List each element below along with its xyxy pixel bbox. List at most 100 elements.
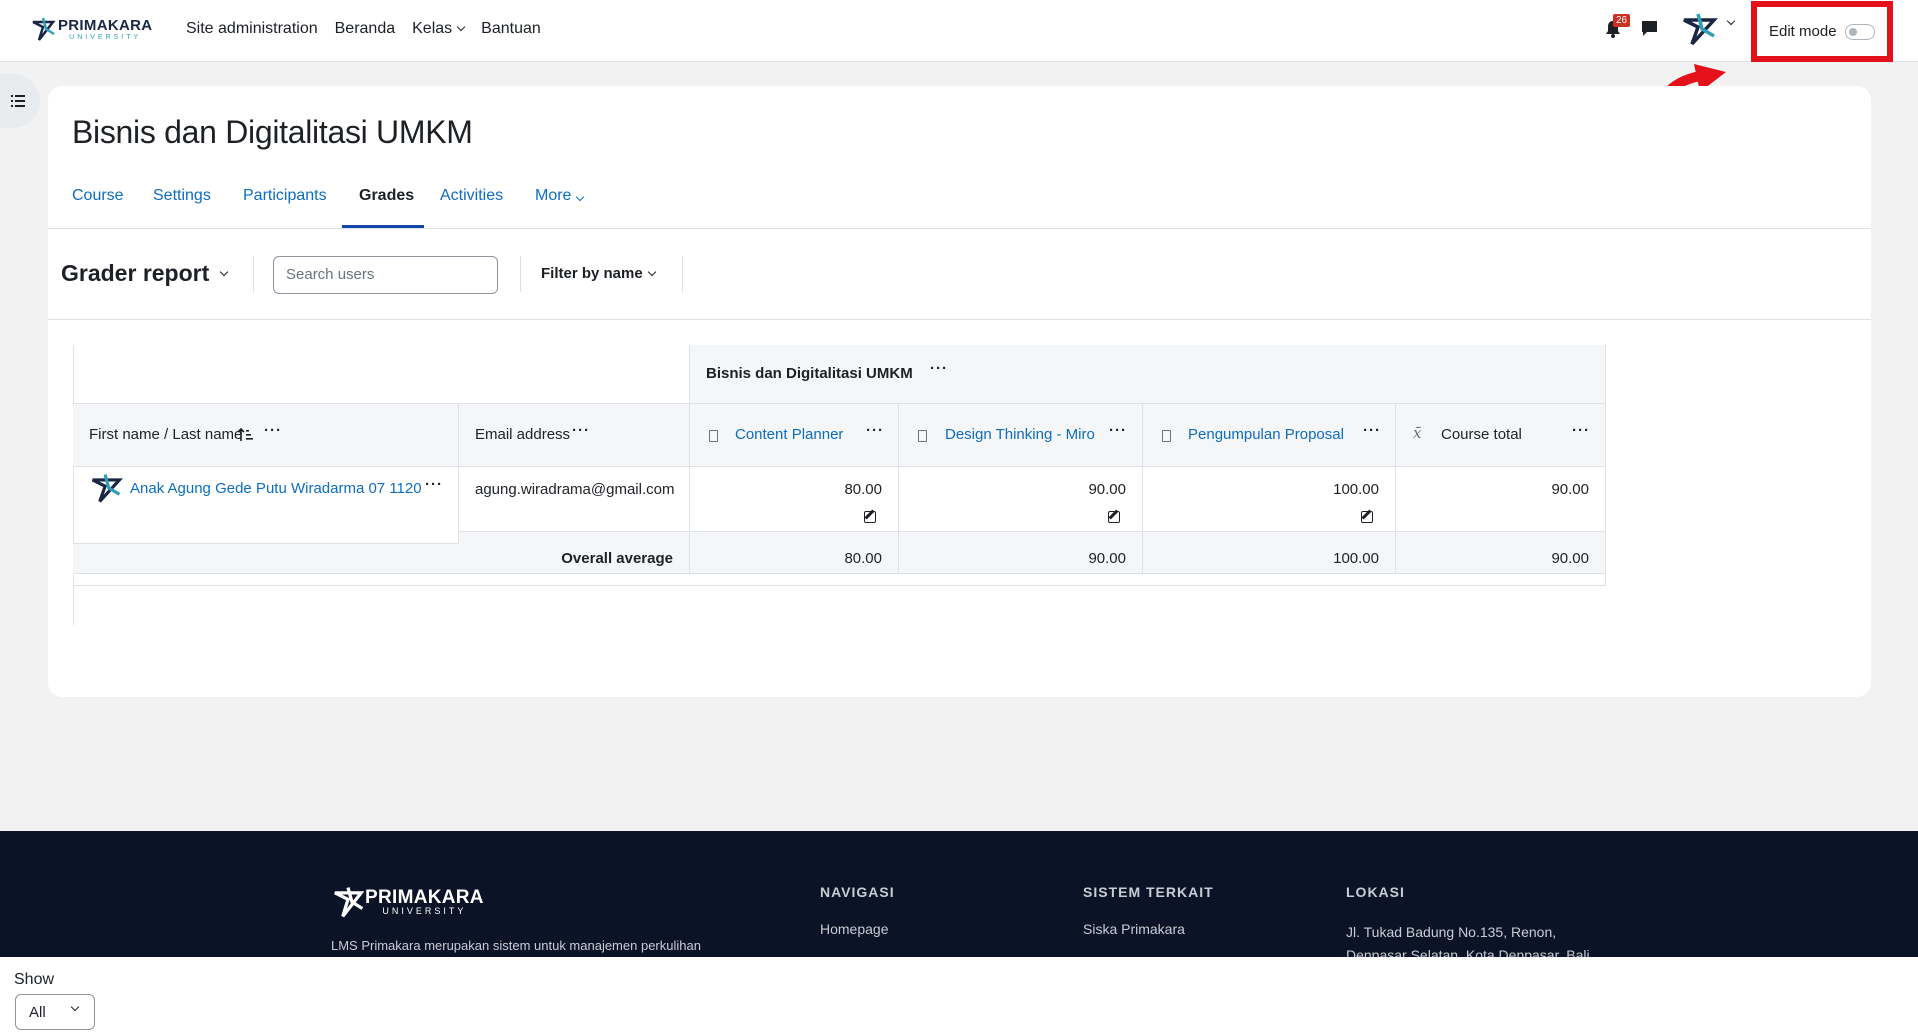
assignment-icon	[1162, 430, 1171, 442]
edit-grade-icon[interactable]	[1361, 511, 1373, 523]
item-actions-menu[interactable]: ···	[1363, 423, 1381, 438]
average-value: 100.00	[1333, 550, 1379, 567]
category-title: Bisnis dan Digitalitasi UMKM	[706, 365, 913, 382]
report-toolbar: Grader report Search users Filter by nam…	[48, 229, 1871, 320]
grade-value: 100.00	[1333, 481, 1379, 498]
tab-more-label: More	[535, 187, 572, 204]
course-total-actions-menu[interactable]: ···	[1572, 423, 1590, 438]
course-total-value: 90.00	[1551, 481, 1589, 498]
nav-kelas[interactable]: Kelas	[412, 20, 466, 38]
tab-settings[interactable]: Settings	[153, 187, 211, 205]
edit-mode-switch[interactable]	[1844, 23, 1875, 40]
primakara-logo[interactable]: PRIMAKARA UNIVERSITY	[30, 16, 152, 42]
item-link-content-planner[interactable]: Content Planner	[735, 426, 843, 443]
student-actions-menu[interactable]: ···	[425, 477, 443, 492]
footer-logo-subtext: UNIVERSITY	[382, 906, 467, 916]
chevron-down-icon	[220, 267, 229, 276]
average-total-value: 90.00	[1551, 550, 1589, 567]
student-avatar[interactable]	[89, 472, 123, 504]
footer-address: Jl. Tukad Badung No.135, Renon, Denpasar…	[1346, 921, 1590, 957]
average-cell: 100.00	[1143, 532, 1396, 574]
filter-label: Filter by name	[541, 265, 643, 282]
chevron-down-icon	[456, 22, 466, 32]
toolbar-divider	[253, 256, 254, 292]
list-icon	[11, 95, 25, 107]
search-users-input[interactable]: Search users	[273, 256, 498, 294]
page-title: Bisnis dan Digitalitasi UMKM	[72, 114, 473, 150]
footer-heading-navigasi: NAVIGASI	[820, 884, 895, 900]
calculation-icon: x̄	[1413, 424, 1422, 442]
nav-beranda[interactable]: Beranda	[335, 20, 396, 38]
table-footer-row	[73, 574, 1606, 586]
category-actions-menu[interactable]: ···	[930, 361, 948, 376]
item-header-content-planner: Content Planner ···	[690, 404, 899, 467]
logo-star-icon	[32, 17, 56, 41]
course-total-label: Course total	[1441, 426, 1522, 443]
grader-table: Bisnis dan Digitalitasi UMKM ··· First n…	[73, 345, 1606, 625]
tab-activities[interactable]: Activities	[440, 187, 503, 205]
item-header-design-thinking: Design Thinking - Miro ···	[899, 404, 1143, 467]
edit-mode-toggle[interactable]: Edit mode	[1751, 1, 1893, 62]
logo-text: PRIMAKARA	[58, 16, 153, 34]
grade-value: 90.00	[1088, 481, 1126, 498]
table-header-empty	[73, 345, 690, 404]
edit-grade-icon[interactable]	[864, 511, 876, 523]
email-column-header: Email address ···	[459, 404, 690, 467]
footer-link-siska[interactable]: Siska Primakara	[1083, 921, 1185, 937]
tab-course[interactable]: Course	[72, 187, 124, 205]
filter-by-name-button[interactable]: Filter by name	[541, 265, 656, 282]
item-actions-menu[interactable]: ···	[1109, 423, 1127, 438]
assignment-icon	[709, 430, 718, 442]
item-header-pengumpulan-proposal: Pengumpulan Proposal ···	[1143, 404, 1396, 467]
footer-heading-lokasi: LOKASI	[1346, 884, 1405, 900]
edit-grade-icon[interactable]	[1108, 511, 1120, 523]
chevron-down-icon	[70, 1002, 80, 1012]
footer-link-homepage[interactable]: Homepage	[820, 921, 889, 937]
average-row-label-cell: Overall average	[73, 544, 690, 574]
user-avatar[interactable]	[1680, 12, 1718, 46]
active-tab-indicator	[342, 225, 424, 228]
address-line: Denpasar Selatan, Kota Denpasar, Bali	[1346, 947, 1590, 957]
item-actions-menu[interactable]: ···	[866, 423, 884, 438]
show-label: Show	[14, 971, 55, 988]
footer-logo[interactable]: PRIMAKARA UNIVERSITY	[331, 885, 484, 919]
edit-mode-label: Edit mode	[1769, 23, 1837, 40]
user-menu-chevron-icon[interactable]	[1726, 16, 1736, 26]
chevron-down-icon	[647, 267, 656, 276]
tab-participants[interactable]: Participants	[243, 187, 327, 205]
chat-icon[interactable]	[1641, 20, 1658, 37]
table-row: Anak Agung Gede Putu Wiradarma 07 1120 ·…	[73, 467, 459, 544]
name-column-header: First name / Last name ···	[73, 404, 459, 467]
sort-ascending-icon[interactable]	[238, 428, 254, 442]
student-name-link[interactable]: Anak Agung Gede Putu Wiradarma 07 1120	[130, 480, 422, 497]
overall-average-label: Overall average	[561, 550, 673, 567]
nav-kelas-label: Kelas	[412, 20, 453, 37]
item-link-pengumpulan-proposal[interactable]: Pengumpulan Proposal	[1188, 426, 1344, 443]
address-line: Jl. Tukad Badung No.135, Renon,	[1346, 924, 1557, 940]
email-cell: agung.wiradrama@gmail.com	[459, 467, 690, 532]
per-page-select[interactable]: All	[15, 994, 95, 1030]
logo-subtext: UNIVERSITY	[69, 33, 142, 41]
course-tabs: Course Settings Participants Grades Acti…	[48, 178, 1871, 229]
student-email: agung.wiradrama@gmail.com	[475, 481, 675, 498]
name-column-actions-menu[interactable]: ···	[264, 423, 282, 438]
email-column-actions-menu[interactable]: ···	[572, 423, 590, 438]
grade-value: 80.00	[844, 481, 882, 498]
nav-site-administration[interactable]: Site administration	[186, 20, 318, 38]
average-value: 90.00	[1088, 550, 1126, 567]
category-header: Bisnis dan Digitalitasi UMKM ···	[690, 345, 1606, 404]
footer-heading-sistem-terkait: SISTEM TERKAIT	[1083, 884, 1214, 900]
nav-bantuan[interactable]: Bantuan	[481, 20, 541, 38]
name-header-label[interactable]: First name / Last name	[89, 426, 242, 443]
report-title: Grader report	[61, 260, 210, 286]
tab-more[interactable]: More	[535, 187, 585, 205]
per-page-value: All	[29, 1004, 46, 1021]
footer-description: LMS Primakara merupakan sistem untuk man…	[331, 938, 701, 953]
footer-logo-text: PRIMAKARA	[365, 887, 484, 908]
chevron-down-icon	[576, 192, 585, 202]
tab-grades[interactable]: Grades	[359, 187, 414, 205]
item-link-design-thinking[interactable]: Design Thinking - Miro	[945, 426, 1095, 443]
course-index-drawer-button[interactable]	[0, 74, 40, 128]
course-total-header: x̄ Course total ···	[1396, 404, 1606, 467]
report-selector[interactable]: Grader report	[61, 260, 229, 287]
